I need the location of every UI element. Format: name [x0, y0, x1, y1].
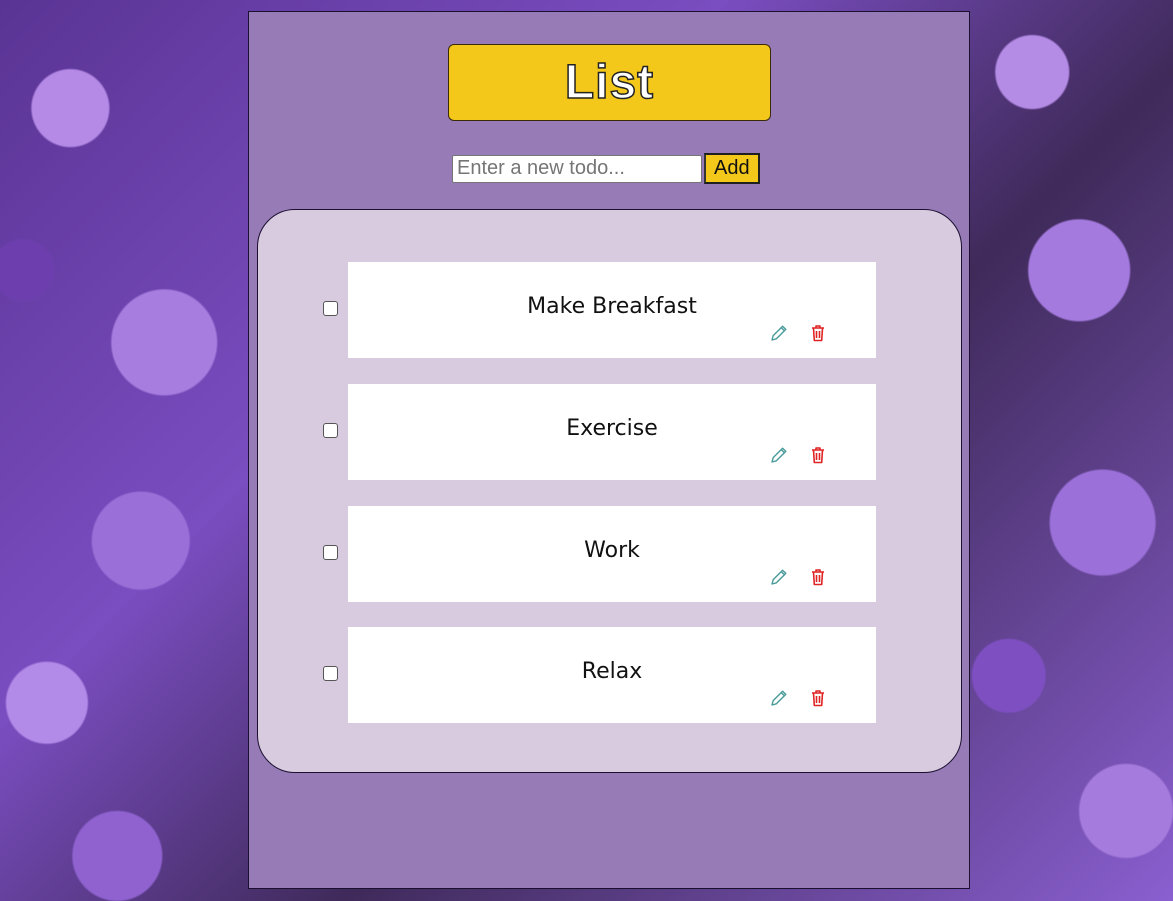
todo-checkbox[interactable] [323, 666, 338, 681]
todo-checkbox[interactable] [323, 423, 338, 438]
list-item: Work [322, 506, 882, 602]
trash-icon[interactable] [807, 322, 829, 344]
list-item: Make Breakfast [322, 262, 882, 358]
list-item: Relax [322, 627, 882, 723]
todo-checkbox[interactable] [323, 545, 338, 560]
pencil-icon[interactable] [768, 687, 790, 709]
todo-text: Exercise [566, 416, 658, 441]
pencil-icon[interactable] [768, 444, 790, 466]
todo-card: Exercise [348, 384, 876, 480]
trash-icon[interactable] [807, 444, 829, 466]
todo-list: Make Breakfast Exercise Work Relax [257, 209, 962, 773]
list-item: Exercise [322, 384, 882, 480]
trash-icon[interactable] [807, 687, 829, 709]
new-todo-input[interactable] [452, 154, 702, 183]
add-button[interactable]: Add [704, 153, 760, 184]
todo-text: Relax [581, 659, 643, 684]
pencil-icon[interactable] [768, 322, 790, 344]
todo-card: Work [348, 506, 876, 602]
app-panel: List Add Make Breakfast Exercise [248, 11, 970, 889]
todo-card: Relax [348, 627, 876, 723]
title-banner: List [448, 44, 771, 121]
todo-checkbox[interactable] [323, 301, 338, 316]
add-todo-form: Add [452, 153, 760, 184]
pencil-icon[interactable] [768, 566, 790, 588]
page-title: List [564, 55, 655, 110]
todo-card: Make Breakfast [348, 262, 876, 358]
todo-text: Make Breakfast [527, 294, 697, 319]
todo-text: Work [584, 538, 640, 563]
trash-icon[interactable] [807, 566, 829, 588]
